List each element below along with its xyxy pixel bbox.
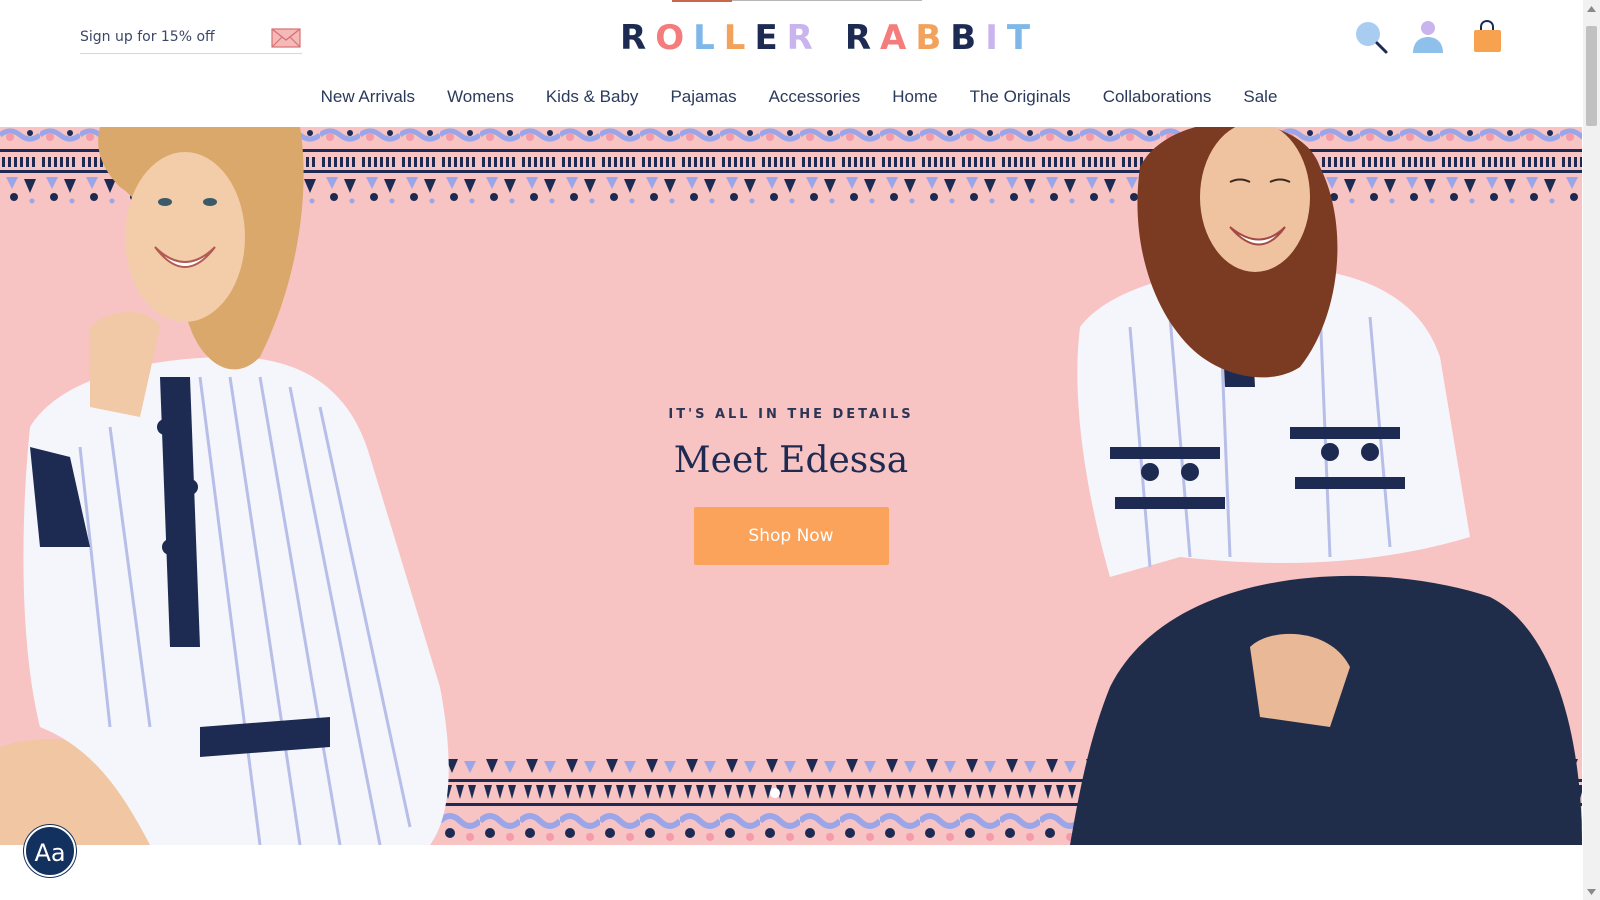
envelope-icon[interactable]: [271, 27, 303, 49]
hero-copy: IT'S ALL IN THE DETAILS Meet Edessa Shop…: [591, 407, 991, 565]
roller-rabbit-logo[interactable]: ROLLERRABBIT: [620, 18, 1030, 58]
carousel-dot-1[interactable]: [770, 788, 780, 798]
logo-letter: E: [754, 18, 778, 58]
nav-list: New Arrivals Womens Kids & Baby Pajamas Acce…: [275, 80, 1294, 114]
nav-item-new-arrivals[interactable]: New Arrivals: [305, 80, 431, 114]
model-photo-right: [1070, 127, 1582, 845]
logo-letter: B: [915, 18, 942, 58]
nav-item-collaborations[interactable]: Collaborations: [1087, 80, 1228, 114]
logo-letter: L: [693, 18, 715, 58]
newsletter-signup: [80, 22, 302, 54]
logo-letter: R: [620, 18, 647, 58]
scrollbar-thumb[interactable]: [1586, 26, 1597, 126]
main-navigation: New Arrivals Womens Kids & Baby Pajamas Acce…: [0, 80, 1568, 114]
logo-letter: B: [950, 18, 977, 58]
nav-item-womens[interactable]: Womens: [431, 80, 530, 114]
scroll-up-arrow-icon[interactable]: [1583, 0, 1600, 17]
top-line-accent: [672, 0, 732, 2]
user-icon[interactable]: [1410, 19, 1446, 55]
top-line-gray: [732, 0, 922, 1]
newsletter-email-input[interactable]: [80, 22, 260, 52]
logo-letter: O: [655, 18, 685, 58]
top-progress-line: [0, 0, 1568, 2]
scroll-down-arrow-icon[interactable]: [1583, 883, 1600, 900]
logo-letter: R: [844, 18, 872, 58]
shop-now-button[interactable]: Shop Now: [693, 507, 889, 565]
logo-letter: I: [985, 18, 998, 58]
hero-headline: Meet Edessa: [673, 440, 909, 481]
carousel-dots: [770, 788, 780, 798]
nav-item-accessories[interactable]: Accessories: [753, 80, 877, 114]
logo-letter: T: [1006, 18, 1031, 58]
model-photo-left: [0, 127, 449, 845]
logo-letter: L: [723, 18, 746, 58]
hero-eyebrow: IT'S ALL IN THE DETAILS: [668, 407, 914, 422]
hero-banner: IT'S ALL IN THE DETAILS Meet Edessa Shop…: [0, 127, 1582, 845]
nav-item-sale[interactable]: Sale: [1227, 80, 1293, 114]
nav-item-home[interactable]: Home: [876, 80, 953, 114]
nav-item-the-originals[interactable]: The Originals: [954, 80, 1087, 114]
nav-item-kids-baby[interactable]: Kids & Baby: [530, 80, 655, 114]
nav-item-pajamas[interactable]: Pajamas: [654, 80, 752, 114]
search-icon[interactable]: [1353, 19, 1389, 55]
logo-letter: R: [786, 18, 813, 58]
page-scrollbar[interactable]: [1583, 0, 1600, 900]
shopping-bag-icon[interactable]: [1470, 19, 1506, 55]
logo-letter: A: [880, 18, 907, 58]
accessibility-font-button[interactable]: Aa: [24, 825, 76, 877]
